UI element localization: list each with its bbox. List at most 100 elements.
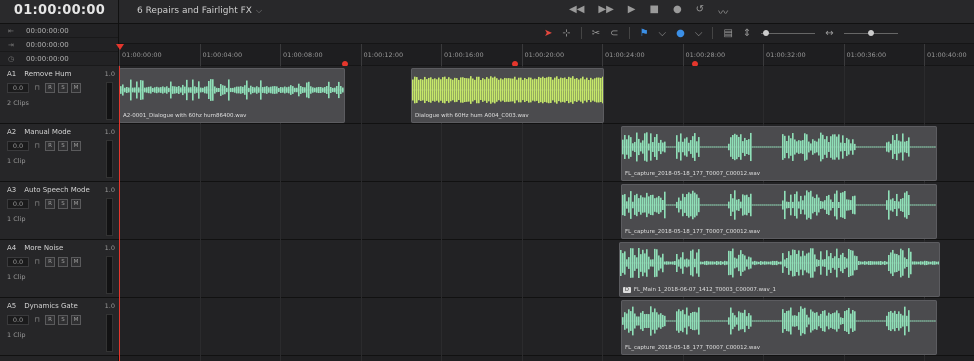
track-level[interactable]: 0.0 xyxy=(7,199,29,209)
track-controls: 0.0 ⊓ R S M xyxy=(7,83,81,93)
razor-icon[interactable]: ✂ xyxy=(592,28,600,39)
clip-count: 1 Clip xyxy=(7,157,26,165)
solo-button[interactable]: S xyxy=(58,199,68,209)
mute-button[interactable]: M xyxy=(71,315,81,325)
track-header-a4[interactable]: A4 More Noise 1.0 0.0 ⊓ R S M 1 Clip xyxy=(0,240,119,298)
track-id: A1 xyxy=(7,70,17,78)
ruler-tick-label: 01:00:08:00 xyxy=(283,51,323,59)
track-name[interactable]: Manual Mode xyxy=(24,128,71,136)
track-header-a1[interactable]: A1 Remove Hum 1.0 0.0 ⊓ R S M 2 Clips xyxy=(0,66,119,124)
track-title: A4 More Noise xyxy=(7,244,63,252)
clip-tag: D xyxy=(623,287,631,293)
track-level[interactable]: 0.0 xyxy=(7,83,29,93)
mute-button[interactable]: M xyxy=(71,257,81,267)
clip-filename: Dialogue with 60Hz hum A004_C003.wav xyxy=(415,113,529,119)
track-title: A3 Auto Speech Mode xyxy=(7,186,90,194)
track-name[interactable]: More Noise xyxy=(24,244,63,252)
rewind-icon[interactable]: ◀◀ xyxy=(569,4,584,19)
chevron-down-icon[interactable]: ⌵ xyxy=(659,28,667,39)
solo-button[interactable]: S xyxy=(58,141,68,151)
tc-value: 00:00:00:00 xyxy=(26,55,69,63)
track-level[interactable]: 0.0 xyxy=(7,257,29,267)
stop-icon[interactable]: ■ xyxy=(649,4,658,19)
track-name[interactable]: Dynamics Gate xyxy=(24,302,78,310)
audio-clip[interactable]: A2-0001_Dialogue with 60hz hum86400.wav xyxy=(119,68,345,123)
chevron-down-icon[interactable]: ⌵ xyxy=(695,28,703,39)
tc-row-duration: ◷ 00:00:00:00 xyxy=(0,52,118,66)
selection-pointer-icon[interactable]: ➤ xyxy=(544,28,552,39)
track-level[interactable]: 0.0 xyxy=(7,141,29,151)
mute-button[interactable]: M xyxy=(71,83,81,93)
play-icon[interactable]: ▶ xyxy=(628,4,636,19)
flag-icon[interactable]: ⚑ xyxy=(640,28,649,39)
track-level[interactable]: 0.0 xyxy=(7,315,29,325)
ruler-tick: 01:00:32:00 xyxy=(763,44,806,66)
track-name[interactable]: Remove Hum xyxy=(24,70,71,78)
clip-name: FL_capture_2018-05-18_177_T0007_C00012.w… xyxy=(625,345,760,351)
snapping-icon[interactable]: ⊂ xyxy=(610,28,618,39)
track-title: A2 Manual Mode xyxy=(7,128,71,136)
lock-icon[interactable]: ⊓ xyxy=(32,258,42,266)
vertical-zoom-slider[interactable] xyxy=(761,28,816,38)
arm-button[interactable]: R xyxy=(45,199,55,209)
audio-clip[interactable]: D FL_Main 1_2018-06-07_1412_T0003_C00007.… xyxy=(619,242,940,297)
track-header-a3[interactable]: A3 Auto Speech Mode 1.0 0.0 ⊓ R S M 1 Clip xyxy=(0,182,119,240)
tc-value: 00:00:00:00 xyxy=(26,27,69,35)
ruler-tick: 01:00:12:00 xyxy=(360,44,403,66)
solo-button[interactable]: S xyxy=(58,83,68,93)
in-point-icon: ⇤ xyxy=(8,27,14,35)
automation-icon[interactable]: 〰 xyxy=(718,4,728,19)
clip-filename: FL_capture_2018-05-18_177_T0007_C00012.w… xyxy=(625,229,761,235)
audio-clip[interactable]: FL_capture_2018-05-18_177_T0007_C00012.w… xyxy=(621,126,937,181)
horizontal-zoom-slider[interactable] xyxy=(843,28,898,38)
record-icon[interactable]: ● xyxy=(673,4,682,19)
horizontal-zoom-icon[interactable]: ↔ xyxy=(825,28,833,39)
track-name[interactable]: Auto Speech Mode xyxy=(24,186,90,194)
clip-count: 1 Clip xyxy=(7,273,26,281)
lock-icon[interactable]: ⊓ xyxy=(32,142,42,150)
track-height-icon[interactable]: ▤ xyxy=(723,28,732,39)
track-header-a5[interactable]: A5 Dynamics Gate 1.0 0.0 ⊓ R S M 1 Clip xyxy=(0,298,119,356)
lock-icon[interactable]: ⊓ xyxy=(32,316,42,324)
waveform xyxy=(412,76,603,104)
range-select-icon[interactable]: ⊹ xyxy=(562,28,570,39)
time-ruler[interactable]: 01:00:00:00 01:00:04:00 01:00:08:00 01:00:1… xyxy=(119,44,974,67)
slider-handle[interactable] xyxy=(867,30,874,36)
marker-icon[interactable]: ● xyxy=(676,28,685,39)
vertical-zoom-icon[interactable]: ⇕ xyxy=(743,28,751,39)
ruler-tick-label: 01:00:32:00 xyxy=(766,51,806,59)
playhead-handle[interactable] xyxy=(116,44,124,50)
clip-filename: FL_capture_2018-05-18_177_T0007_C00012.w… xyxy=(625,171,761,177)
fast-forward-icon[interactable]: ▶▶ xyxy=(598,4,613,19)
mute-button[interactable]: M xyxy=(71,141,81,151)
track-controls: 0.0 ⊓ R S M xyxy=(7,199,81,209)
solo-button[interactable]: S xyxy=(58,315,68,325)
clip-filename: A2-0001_Dialogue with 60hz hum86400.wav xyxy=(123,113,247,119)
arm-button[interactable]: R xyxy=(45,141,55,151)
arm-button[interactable]: R xyxy=(45,257,55,267)
playhead-line[interactable] xyxy=(119,66,120,361)
clip-count: 2 Clips xyxy=(7,99,29,107)
slider-handle[interactable] xyxy=(763,30,770,36)
clip-name: FL_capture_2018-05-18_177_T0007_C00012.w… xyxy=(625,229,760,235)
audio-clip[interactable]: Dialogue with 60Hz hum A004_C003.wav xyxy=(411,68,604,123)
arm-button[interactable]: R xyxy=(45,83,55,93)
track-header-a2[interactable]: A2 Manual Mode 1.0 0.0 ⊓ R S M 1 Clip xyxy=(0,124,119,182)
lock-icon[interactable]: ⊓ xyxy=(32,84,42,92)
loop-icon[interactable]: ↺ xyxy=(696,4,704,19)
clip-name: A2-0001_Dialogue with 60hz hum86400.wav xyxy=(123,113,246,119)
divider xyxy=(712,27,714,39)
timeline-tracks-area[interactable]: A2-0001_Dialogue with 60hz hum86400.wav D… xyxy=(119,66,974,361)
audio-clip[interactable]: FL_capture_2018-05-18_177_T0007_C00012.w… xyxy=(621,300,937,355)
out-point-icon: ⇥ xyxy=(8,41,14,49)
timeline-selector[interactable]: 6 Repairs and Fairlight FX ⌵ xyxy=(137,6,262,16)
timeline-name: 6 Repairs and Fairlight FX xyxy=(137,6,252,16)
track-volume: 1.0 xyxy=(104,70,115,78)
tc-row-in: ⇤ 00:00:00:00 xyxy=(0,24,118,38)
audio-clip[interactable]: FL_capture_2018-05-18_177_T0007_C00012.w… xyxy=(621,184,937,239)
ruler-tick: 01:00:20:00 xyxy=(521,44,564,66)
lock-icon[interactable]: ⊓ xyxy=(32,200,42,208)
mute-button[interactable]: M xyxy=(71,199,81,209)
arm-button[interactable]: R xyxy=(45,315,55,325)
solo-button[interactable]: S xyxy=(58,257,68,267)
